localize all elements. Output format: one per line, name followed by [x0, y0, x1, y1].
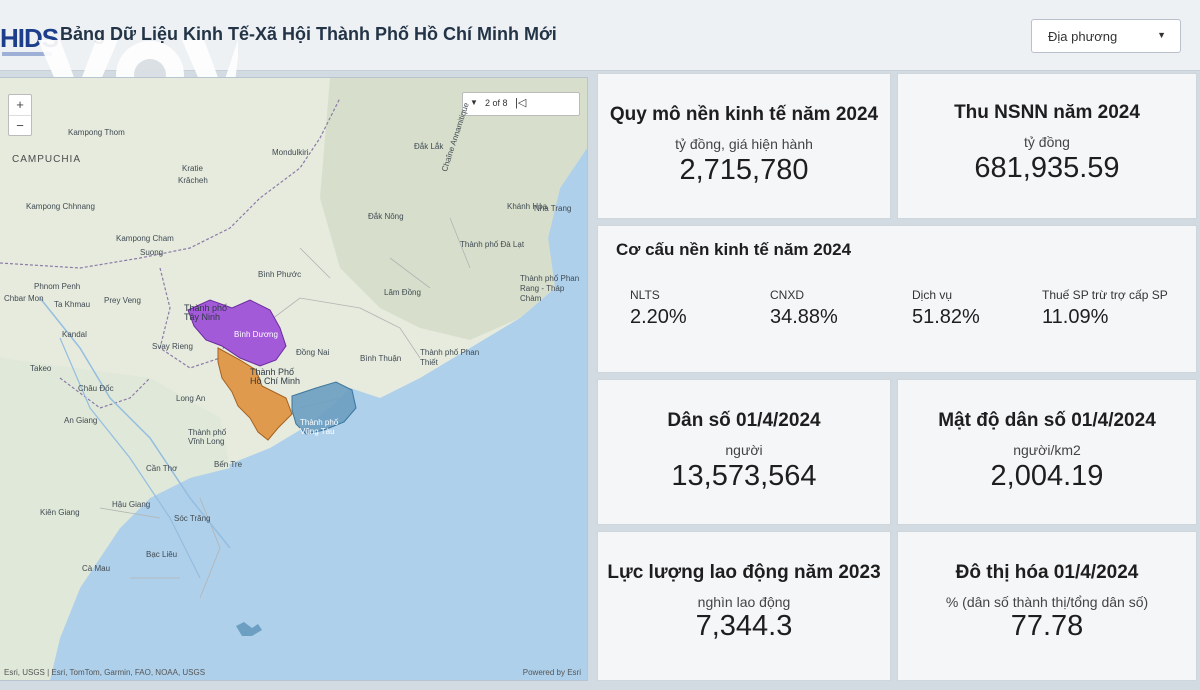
- map-label: Sóc Trăng: [174, 514, 211, 523]
- map-label: Ta Khmau: [54, 300, 91, 309]
- card-title: Thu NSNN năm 2024: [954, 102, 1140, 123]
- map-panel[interactable]: + − ▼ 2 of 8 |◁ CAMPUCHIA Kampong Thom K…: [0, 78, 587, 680]
- card-unit: người/km2: [1013, 442, 1081, 458]
- labor-card: Lực lượng lao động năm 2023 nghìn lao độ…: [598, 532, 890, 680]
- map-label: Thành phố Vũng Tàu: [300, 418, 339, 436]
- structure-label: Dịch vụ: [912, 288, 953, 302]
- powered-by-esri[interactable]: Powered by Esri: [523, 668, 581, 677]
- structure-label: NLTS: [630, 288, 660, 302]
- structure-label: CNXD: [770, 288, 805, 302]
- chevron-down-icon: ▼: [1157, 30, 1166, 40]
- map-label: Krâcheh: [178, 176, 208, 185]
- map-label: Cần Thơ: [146, 464, 178, 473]
- density-card: Mật độ dân số 01/4/2024 người/km2 2,004.…: [898, 380, 1196, 524]
- map-label: Suong: [140, 248, 164, 257]
- locality-dropdown-value: Địa phương: [1048, 29, 1118, 44]
- map-label: Lâm Đồng: [384, 288, 421, 297]
- card-title: Mật độ dân số 01/4/2024: [938, 410, 1156, 431]
- map-label: Đồng Nai: [296, 348, 330, 357]
- map-label: Đắk Lắk: [414, 142, 444, 151]
- card-value: 2,715,780: [679, 154, 809, 186]
- map-label: Nha Trang: [534, 204, 572, 213]
- map-label: Thành phố Tây Ninh: [184, 303, 228, 322]
- structure-value: 2.20%: [630, 306, 687, 328]
- card-unit: tỷ đồng, giá hiện hành: [675, 136, 813, 152]
- map-label: Prey Veng: [104, 296, 141, 305]
- card-unit: % (dân số thành thị/tổng dân số): [945, 594, 1149, 610]
- card-title: Đô thị hóa 01/4/2024: [955, 562, 1139, 583]
- structure-item-nlts: NLTS 2.20%: [630, 288, 687, 329]
- map-label: Thành Phố Hồ Chí Minh: [250, 367, 301, 386]
- structure-value: 34.88%: [770, 306, 838, 328]
- structure-item-cnxd: CNXD 34.88%: [770, 288, 838, 329]
- card-value: 77.78: [1010, 610, 1084, 642]
- budget-card: Thu NSNN năm 2024 tỷ đồng 681,935.59: [898, 74, 1196, 218]
- map-label: Kampong Chhnang: [26, 202, 95, 211]
- map-label: Bạc Liêu: [146, 550, 178, 559]
- locality-dropdown[interactable]: Địa phương ▼: [1031, 19, 1181, 53]
- map-label: Thành phố Vĩnh Long: [188, 428, 227, 446]
- structure-label: Thuế SP trừ trợ cấp SP: [1042, 288, 1168, 302]
- map-label: Kampong Cham: [116, 234, 174, 243]
- map-label: Takeo: [30, 364, 52, 373]
- map-label: Phnom Penh: [34, 282, 81, 291]
- feature-pager: ▼ 2 of 8 |◁: [462, 92, 580, 116]
- map-label: Đắk Nông: [368, 212, 404, 221]
- card-value: 13,573,564: [671, 460, 817, 492]
- map-label: Thành phố Phan Rang - Tháp Chàm: [520, 274, 580, 303]
- structure-value: 11.09%: [1042, 306, 1109, 328]
- pager-count: 2 of 8: [485, 98, 508, 108]
- map-label: Kandal: [62, 330, 87, 339]
- map-label: Kratie: [182, 164, 203, 173]
- structure-value: 51.82%: [912, 306, 980, 328]
- card-unit: tỷ đồng: [1024, 134, 1070, 150]
- map-label: Svay Rieng: [152, 342, 193, 351]
- map-label: CAMPUCHIA: [12, 154, 82, 165]
- card-unit: nghìn lao động: [697, 594, 791, 610]
- structure-item-dich-vu: Dịch vụ 51.82%: [912, 288, 980, 329]
- map-label: Bình Dương: [234, 330, 278, 339]
- zoom-in-button[interactable]: +: [9, 95, 31, 116]
- map-label: Thành phố Phan Thiết: [420, 348, 480, 367]
- map-label: Kampong Thom: [68, 128, 125, 137]
- map-label: Bến Tre: [214, 460, 243, 469]
- card-value: 681,935.59: [974, 152, 1120, 184]
- map-label: Long An: [176, 394, 206, 403]
- map-label: Thành phố Đà Lạt: [460, 240, 525, 249]
- card-unit: người: [725, 442, 763, 458]
- con-dao-island: [236, 622, 262, 636]
- map-label: Bình Thuận: [360, 354, 402, 363]
- map-label: Kiên Giang: [40, 508, 80, 517]
- gdp-card: Quy mô nền kinh tế năm 2024 tỷ đồng, giá…: [598, 74, 890, 218]
- map-attribution[interactable]: Esri, USGS | Esri, TomTom, Garmin, FAO, …: [4, 668, 205, 677]
- structure-item-thue: Thuế SP trừ trợ cấp SP 11.09%: [1042, 288, 1168, 329]
- economic-structure-card: Cơ cấu nền kinh tế năm 2024 NLTS 2.20% C…: [598, 226, 1196, 372]
- card-title: Dân số 01/4/2024: [667, 410, 821, 431]
- card-title: Quy mô nền kinh tế năm 2024: [609, 104, 879, 125]
- urbanization-card: Đô thị hóa 01/4/2024 % (dân số thành thị…: [898, 532, 1196, 680]
- map-label: An Giang: [64, 416, 98, 425]
- pager-first-icon[interactable]: |◁: [515, 96, 526, 109]
- zoom-control: + −: [8, 94, 32, 136]
- population-card: Dân số 01/4/2024 người 13,573,564: [598, 380, 890, 524]
- map-label: Mondulkiri: [272, 148, 309, 157]
- card-title: Lực lượng lao động năm 2023: [607, 562, 881, 583]
- card-value: 2,004.19: [990, 460, 1104, 492]
- map-label: Châu Đốc: [78, 384, 114, 393]
- zoom-out-button[interactable]: −: [9, 116, 31, 136]
- card-value: 7,344.3: [695, 610, 793, 642]
- map-label: Bình Phước: [258, 270, 302, 279]
- card-title: Cơ cấu nền kinh tế năm 2024: [616, 240, 852, 259]
- map-label: Hậu Giang: [112, 500, 151, 509]
- map-label: Cà Mau: [82, 564, 111, 573]
- map-label: Chbar Mon: [4, 294, 44, 303]
- pager-caret-icon[interactable]: ▼: [470, 98, 478, 107]
